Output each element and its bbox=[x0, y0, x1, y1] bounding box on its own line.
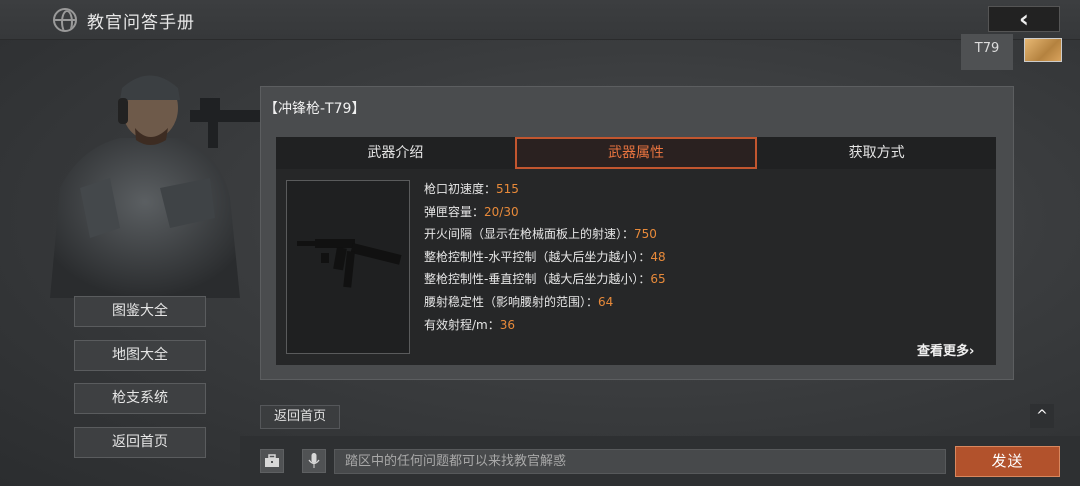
tab-weapon-attributes[interactable]: 武器属性 bbox=[514, 137, 758, 169]
cat-avatar-icon[interactable] bbox=[1024, 38, 1062, 62]
weapon-image bbox=[286, 180, 410, 354]
question-input[interactable]: 踏区中的任何问题都可以来找教官解惑 bbox=[334, 449, 946, 474]
page-title: 教官问答手册 bbox=[87, 13, 195, 33]
chevron-right-icon: › bbox=[969, 344, 975, 359]
nav-maps-button[interactable]: 地图大全 bbox=[74, 340, 206, 371]
globe-icon bbox=[53, 8, 77, 32]
scroll-up-icon[interactable]: ^ bbox=[1030, 404, 1054, 428]
tab-acquisition[interactable]: 获取方式 bbox=[757, 137, 996, 169]
stat-muzzle-velocity: 枪口初速度：515 bbox=[424, 182, 519, 196]
tab-weapon-intro[interactable]: 武器介绍 bbox=[276, 137, 515, 169]
return-home-link[interactable]: 返回首页 bbox=[260, 405, 340, 429]
tab-bar: 武器介绍 武器属性 获取方式 bbox=[276, 137, 996, 169]
back-button[interactable]: ‹ bbox=[988, 6, 1060, 32]
nav-weapons-button[interactable]: 枪支系统 bbox=[74, 383, 206, 414]
stat-magazine: 弹匣容量：20/30 bbox=[424, 204, 519, 219]
voice-button[interactable] bbox=[302, 449, 326, 473]
card-title: 【冲锋枪-T79】 bbox=[264, 101, 366, 117]
send-button[interactable]: 发送 bbox=[955, 446, 1060, 477]
stat-vertical-control: 整枪控制性-垂直控制（越大后坐力越小）：65 bbox=[424, 272, 666, 287]
back-arrow-icon: ‹ bbox=[1019, 5, 1029, 33]
stat-effective-range: 有效射程/m：36 bbox=[424, 317, 516, 332]
stats-list: 枪口初速度：515 弹匣容量：20/30 开火间隔（显示在枪械面板上的射速）：7… bbox=[424, 180, 666, 338]
toolbox-button[interactable] bbox=[260, 449, 284, 473]
stat-hip-fire-stability: 腰射稳定性（影响腰射的范围）：64 bbox=[424, 294, 614, 309]
briefcase-icon bbox=[265, 454, 279, 467]
see-more-link[interactable]: 查看更多› bbox=[917, 340, 974, 359]
user-tag[interactable]: T79 bbox=[961, 34, 1013, 70]
nav-gallery-button[interactable]: 图鉴大全 bbox=[74, 296, 206, 327]
stat-horizontal-control: 整枪控制性-水平控制（越大后坐力越小）：48 bbox=[424, 249, 666, 264]
microphone-icon bbox=[308, 453, 320, 468]
nav-home-button[interactable]: 返回首页 bbox=[74, 427, 206, 458]
smg-icon bbox=[297, 239, 402, 288]
stat-fire-interval: 开火间隔（显示在枪械面板上的射速）：750 bbox=[424, 227, 657, 242]
instructor-soldier-image bbox=[50, 75, 270, 298]
